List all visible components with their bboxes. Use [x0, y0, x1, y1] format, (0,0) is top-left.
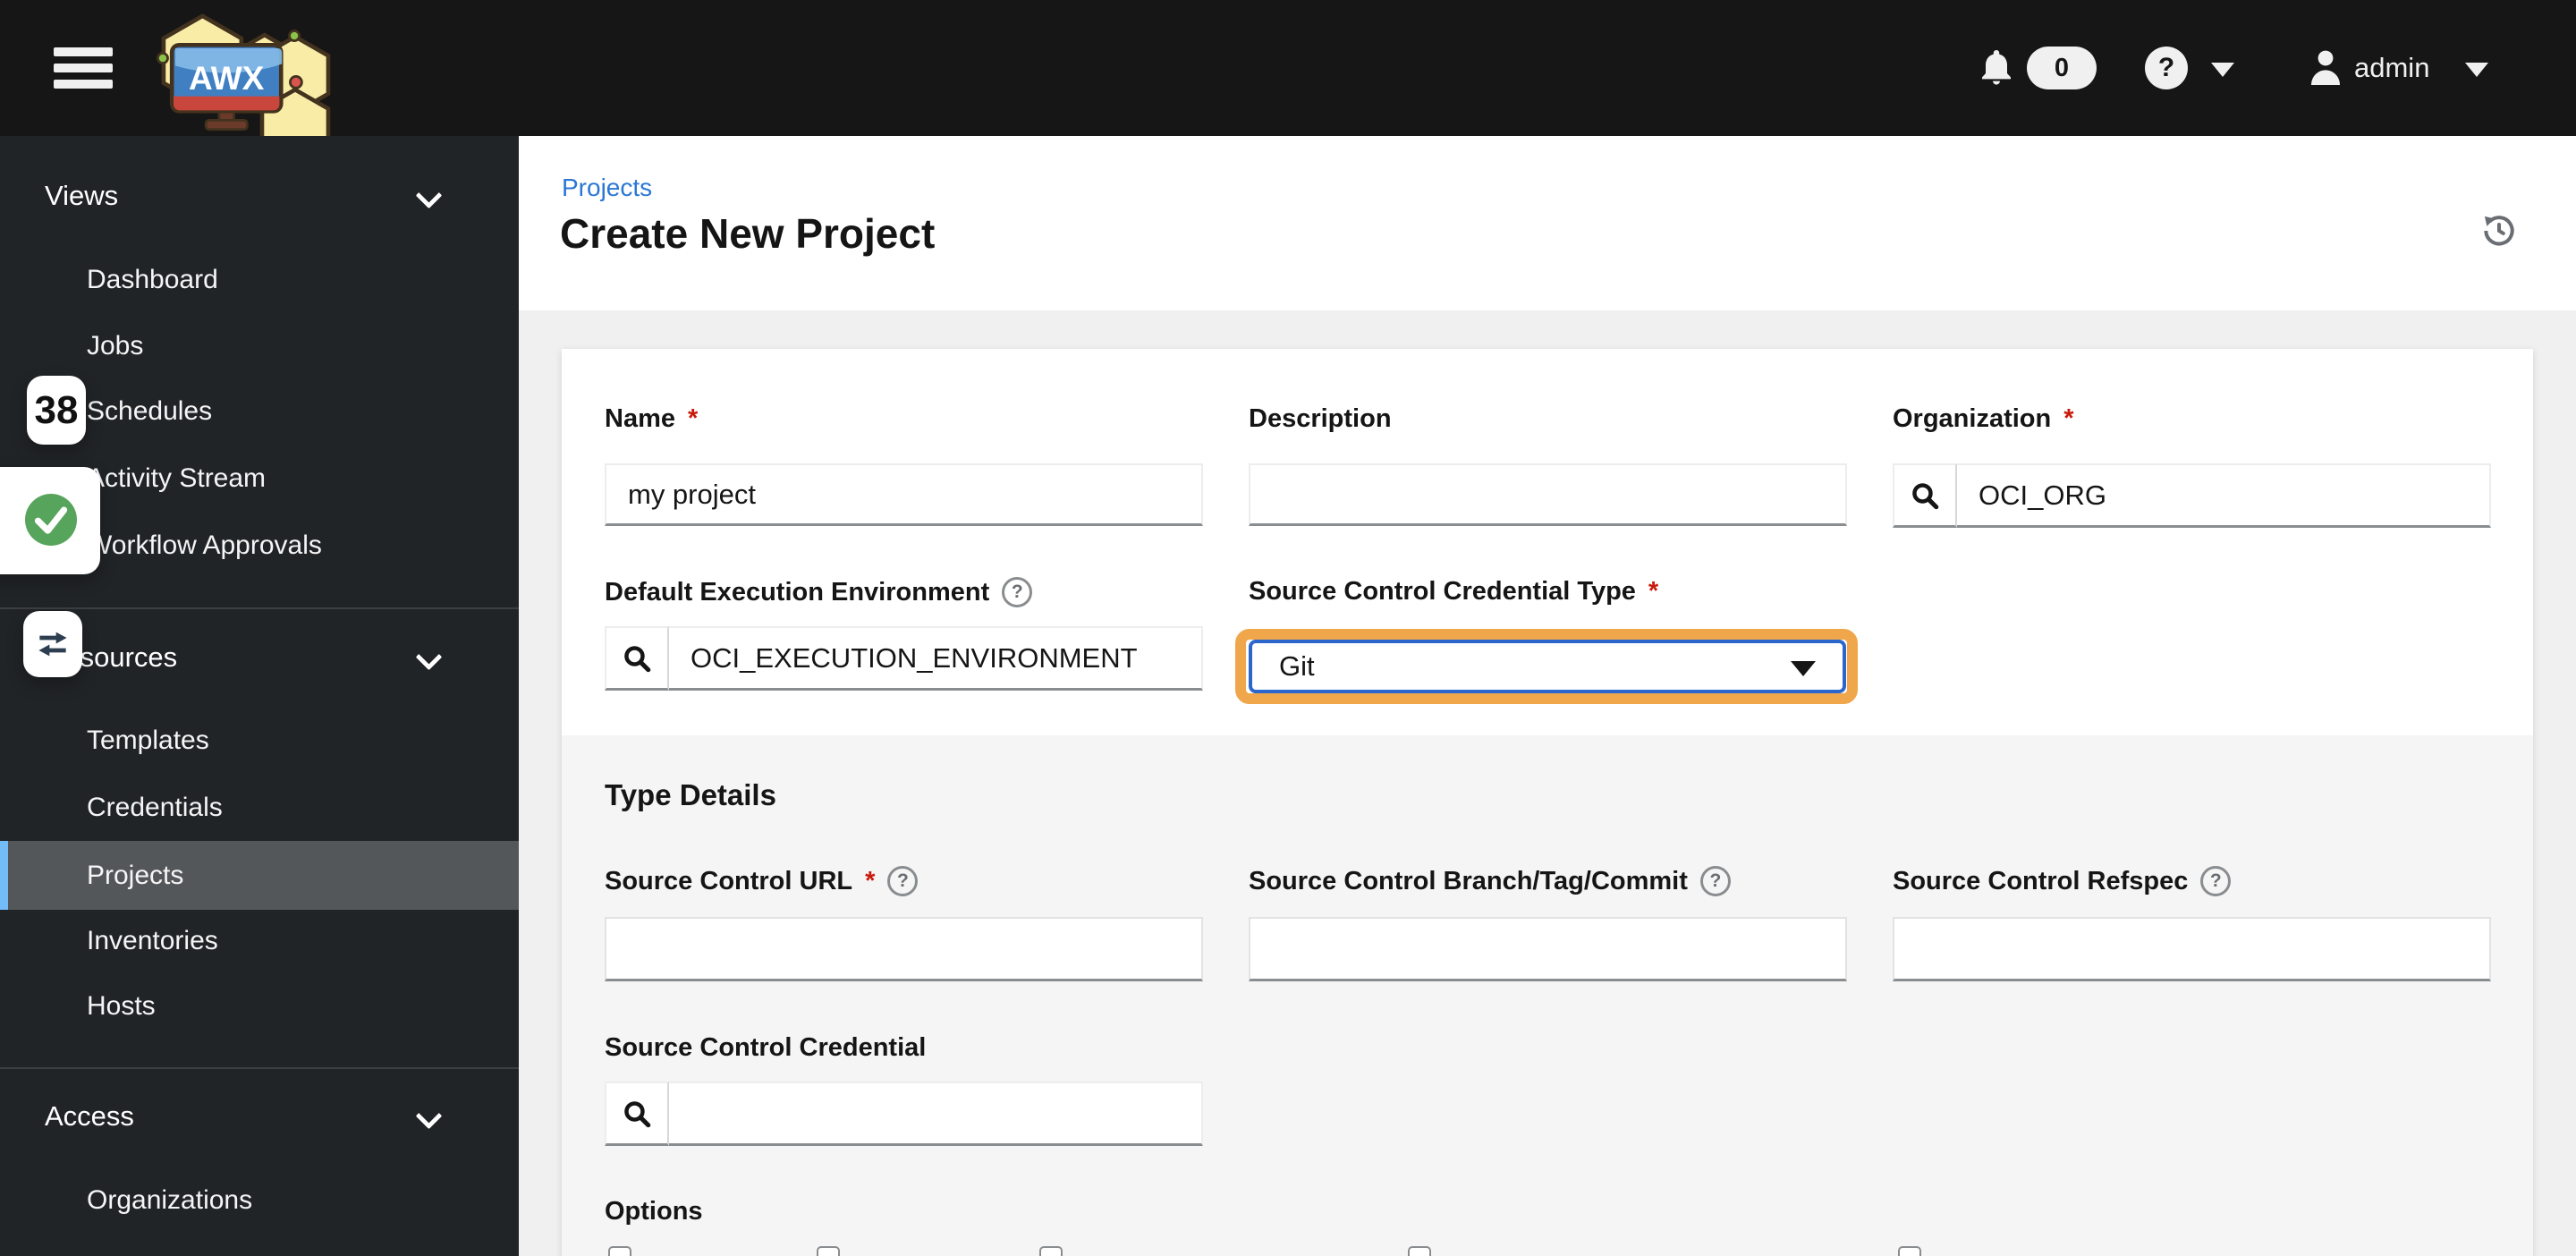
- description-label: Description: [1249, 404, 1392, 433]
- sidebar-item-projects[interactable]: Projects: [0, 841, 519, 910]
- help-circle-icon[interactable]: ?: [2200, 866, 2232, 896]
- help-circle-icon[interactable]: ?: [1002, 577, 1033, 607]
- scm-branch-label: Source Control Branch/Tag/Commit ?: [1249, 866, 1847, 896]
- type-details-title: Type Details: [605, 778, 776, 811]
- count-overlay-badge: 38: [27, 376, 86, 445]
- topbar-right-toolbar: 0 ? admin: [1950, 0, 2576, 136]
- scm-credential-type-value: Git: [1279, 650, 1315, 682]
- option-checkbox[interactable]: [817, 1246, 840, 1256]
- help-circle-icon[interactable]: ?: [887, 866, 919, 896]
- default-execution-environment-label: Default Execution Environment ?: [605, 577, 1203, 607]
- select-caret-down-icon: [1791, 661, 1816, 676]
- scm-credential-label: Source Control Credential: [605, 1033, 927, 1062]
- type-details-section: Type Details Source Control URL * ? Sourc…: [562, 735, 2533, 1256]
- help-icon[interactable]: ?: [2145, 47, 2188, 89]
- sidebar-item-credentials[interactable]: Credentials: [0, 775, 519, 841]
- required-asterisk: *: [1648, 577, 1659, 606]
- option-checkbox[interactable]: [1039, 1246, 1063, 1256]
- success-check-icon: [25, 494, 77, 546]
- required-asterisk: *: [2063, 404, 2074, 433]
- awx-logo[interactable]: AWX: [132, 4, 347, 136]
- name-label: Name *: [605, 404, 699, 433]
- organization-input[interactable]: [1957, 463, 2491, 528]
- scm-refspec-input[interactable]: [1893, 917, 2491, 981]
- help-menu-caret-icon[interactable]: [2211, 63, 2234, 77]
- sidebar-item-organizations[interactable]: Organizations: [0, 1167, 519, 1234]
- sidebar-divider: [0, 1067, 519, 1069]
- sidebar-item-templates[interactable]: Templates: [0, 708, 519, 774]
- search-icon: [624, 645, 651, 672]
- top-navbar: AWX 0 ? admin: [0, 0, 2576, 136]
- chevron-down-icon[interactable]: [417, 646, 440, 669]
- options-label: Options: [605, 1197, 703, 1226]
- scm-credential-type-label: Source Control Credential Type *: [1249, 577, 1659, 606]
- sidebar-item-dashboard[interactable]: Dashboard: [0, 247, 519, 313]
- scm-url-label: Source Control URL * ?: [605, 866, 1203, 896]
- notification-count-badge[interactable]: 0: [2027, 47, 2097, 89]
- name-input[interactable]: [605, 463, 1203, 526]
- option-checkbox[interactable]: [608, 1246, 631, 1256]
- chevron-down-icon[interactable]: [417, 1105, 440, 1128]
- page-title: Create New Project: [560, 210, 936, 257]
- sidebar-item-hosts[interactable]: Hosts: [0, 973, 519, 1040]
- svg-text:AWX: AWX: [189, 60, 265, 97]
- scm-credential-type-select[interactable]: Git: [1249, 640, 1846, 693]
- success-overlay-badge: [0, 467, 100, 574]
- option-checkbox[interactable]: [1898, 1246, 1921, 1256]
- nav-group-access[interactable]: Access: [45, 1083, 134, 1150]
- history-icon[interactable]: [2474, 206, 2524, 256]
- scm-branch-input[interactable]: [1249, 917, 1847, 981]
- username-label: admin: [2354, 52, 2430, 83]
- notifications-bell-icon[interactable]: [1975, 47, 2018, 89]
- scm-url-input[interactable]: [605, 917, 1203, 981]
- default-execution-environment-input[interactable]: [669, 626, 1203, 691]
- create-project-form-card: Name * Description Organization * my pro…: [562, 349, 2533, 1256]
- swap-arrows-icon: [38, 632, 67, 657]
- search-icon: [624, 1100, 651, 1127]
- required-asterisk: *: [865, 866, 876, 895]
- user-avatar-icon[interactable]: [2304, 45, 2347, 89]
- organization-label: Organization *: [1893, 404, 2074, 433]
- scm-credential-input[interactable]: [669, 1082, 1203, 1146]
- organization-search-button[interactable]: [1893, 463, 1958, 528]
- description-input[interactable]: [1249, 463, 1847, 526]
- swap-overlay-badge: [23, 611, 82, 677]
- nav-group-views[interactable]: Views: [45, 163, 118, 229]
- search-icon: [1912, 482, 1939, 509]
- scm-credential-search-button[interactable]: [605, 1082, 670, 1146]
- scm-refspec-label: Source Control Refspec ?: [1893, 866, 2491, 896]
- breadcrumb-projects-link[interactable]: Projects: [562, 174, 652, 202]
- required-asterisk: *: [688, 404, 699, 433]
- help-circle-icon[interactable]: ?: [1699, 866, 1731, 896]
- execution-environment-search-button[interactable]: [605, 626, 670, 691]
- sidebar-item-inventories[interactable]: Inventories: [0, 908, 519, 974]
- chevron-down-icon[interactable]: [417, 184, 440, 208]
- user-menu-caret-icon[interactable]: [2465, 63, 2488, 77]
- sidebar-nav: Views Dashboard Jobs Schedules Activity …: [0, 136, 519, 1256]
- sidebar-divider: [0, 607, 519, 609]
- page-header: Projects Create New Project: [519, 136, 2576, 310]
- nav-toggle-hamburger-icon[interactable]: [54, 47, 113, 89]
- option-checkbox[interactable]: [1408, 1246, 1431, 1256]
- awx-app: AWX 0 ? admin Views Dashboard Jobs Sched…: [0, 0, 2576, 1256]
- sidebar-item-jobs[interactable]: Jobs: [0, 313, 519, 379]
